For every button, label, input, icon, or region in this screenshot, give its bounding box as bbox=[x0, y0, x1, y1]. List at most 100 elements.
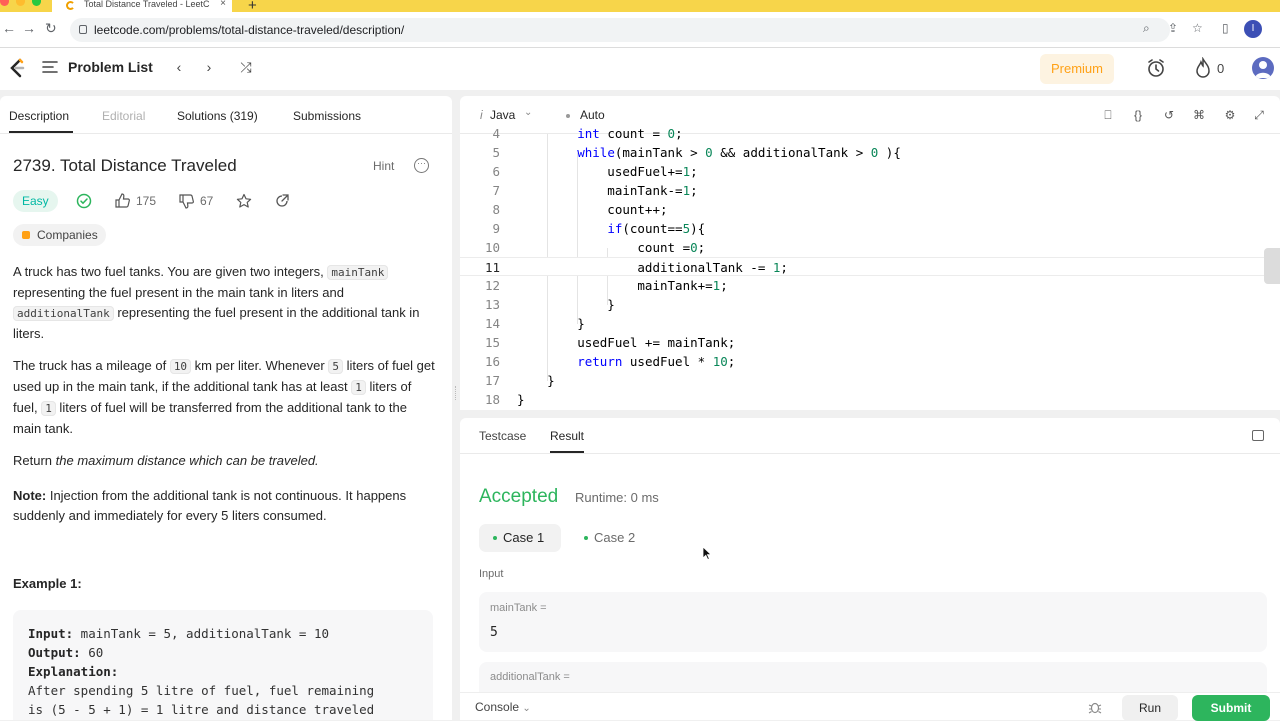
fullscreen-icon[interactable]: ⤢ bbox=[1251, 107, 1267, 123]
autosave-dot bbox=[566, 114, 570, 118]
line-number: 4 bbox=[492, 126, 500, 141]
minimize-window-button[interactable] bbox=[16, 0, 25, 6]
result-tabs: Testcase Result bbox=[460, 418, 1280, 454]
forward-arrow-icon[interactable]: → bbox=[22, 20, 36, 36]
code-line[interactable]: 18} bbox=[460, 390, 1280, 409]
sidepanel-icon[interactable]: ▯ bbox=[1222, 21, 1229, 35]
vertical-splitter[interactable] bbox=[452, 96, 460, 720]
code-text: usedFuel+=1; bbox=[517, 164, 698, 179]
code-area[interactable]: 4 int count = 0; 5 while(mainTank > 0 && … bbox=[460, 126, 1280, 410]
share-page-icon[interactable]: ⇪ bbox=[1168, 21, 1178, 35]
auto-mode-label[interactable]: Auto bbox=[580, 108, 605, 122]
tab-editorial[interactable]: Editorial bbox=[102, 109, 145, 123]
bookmark-star-icon[interactable]: ☆ bbox=[1192, 21, 1203, 35]
active-tab-underline bbox=[550, 451, 584, 453]
example-input-line: Input: mainTank = 5, additionalTank = 10 bbox=[28, 624, 418, 643]
code-line[interactable]: 14 } bbox=[460, 314, 1280, 333]
code-line[interactable]: 15 usedFuel += mainTank; bbox=[460, 333, 1280, 352]
maximize-window-button[interactable] bbox=[32, 0, 41, 6]
next-problem-button[interactable]: › bbox=[197, 56, 221, 80]
settings-gear-icon[interactable]: ⚙ bbox=[1222, 107, 1238, 123]
shortcuts-icon[interactable]: ⌘ bbox=[1191, 107, 1207, 123]
streak-fire-icon[interactable] bbox=[1194, 57, 1212, 79]
run-button[interactable]: Run bbox=[1122, 695, 1178, 721]
difficulty-badge: Easy bbox=[13, 190, 58, 212]
leetcode-logo-icon[interactable] bbox=[8, 58, 26, 78]
line-number: 9 bbox=[492, 221, 500, 236]
tab-result[interactable]: Result bbox=[550, 429, 584, 443]
address-bar-row: ← → ↻ leetcode.com/problems/total-distan… bbox=[0, 12, 1280, 48]
random-problem-button[interactable]: ⤮ bbox=[234, 56, 258, 80]
language-selector[interactable]: Java bbox=[490, 108, 515, 122]
description-tabs: Description Editorial Solutions (319) Su… bbox=[0, 96, 452, 134]
code-line[interactable]: 4 int count = 0; bbox=[460, 124, 1280, 143]
code-text: int count = 0; bbox=[577, 126, 683, 141]
p2-text-a: The truck has a mileage of bbox=[13, 358, 170, 373]
panel-layout-icon[interactable] bbox=[1252, 430, 1264, 441]
user-silhouette-icon bbox=[1255, 61, 1271, 78]
companies-label: Companies bbox=[37, 228, 98, 242]
code-line[interactable]: 5 while(mainTank > 0 && additionalTank >… bbox=[460, 143, 1280, 162]
problem-list-menu-icon[interactable] bbox=[42, 60, 58, 74]
user-avatar[interactable] bbox=[1252, 57, 1274, 79]
thumbs-up-icon[interactable] bbox=[115, 193, 130, 208]
favorite-star-icon[interactable] bbox=[236, 193, 252, 209]
editor-side-handle[interactable] bbox=[1264, 248, 1280, 284]
bookmark-icon[interactable]: ⎕ bbox=[1100, 107, 1116, 123]
reload-icon[interactable]: ↻ bbox=[45, 20, 57, 37]
code-line[interactable]: 16 return usedFuel * 10; bbox=[460, 352, 1280, 371]
submit-button[interactable]: Submit bbox=[1192, 695, 1270, 721]
splitter-grip[interactable] bbox=[455, 386, 457, 400]
companies-tag[interactable]: Companies bbox=[13, 224, 106, 246]
description-note: Note: Injection from the additional tank… bbox=[13, 486, 437, 526]
reset-code-icon[interactable]: ↺ bbox=[1161, 107, 1177, 123]
tab-testcase[interactable]: Testcase bbox=[479, 429, 526, 443]
code-line[interactable]: 12 mainTank+=1; bbox=[460, 276, 1280, 295]
case-2-tab[interactable]: Case 2 bbox=[575, 524, 657, 552]
code-line[interactable]: 8 count++; bbox=[460, 200, 1280, 219]
code-line[interactable]: 11 additionalTank -= 1; bbox=[460, 257, 1280, 276]
code-line[interactable]: 17 } bbox=[460, 371, 1280, 390]
console-toggle[interactable]: Console ⌄ bbox=[475, 700, 531, 714]
format-braces-icon[interactable]: {} bbox=[1130, 107, 1146, 123]
example-explanation-line: Explanation: bbox=[28, 662, 418, 681]
prev-problem-button[interactable]: ‹ bbox=[167, 56, 191, 80]
code-line[interactable]: 13 } bbox=[460, 295, 1280, 314]
chevron-down-icon[interactable]: ⌄ bbox=[524, 107, 532, 118]
code-line[interactable]: 7 mainTank-=1; bbox=[460, 181, 1280, 200]
premium-button[interactable]: Premium bbox=[1040, 54, 1114, 84]
case-1-label: Case 1 bbox=[503, 530, 545, 545]
browser-profile-avatar[interactable]: I bbox=[1244, 20, 1262, 38]
more-options-icon[interactable]: ··· bbox=[414, 158, 429, 173]
zoom-icon[interactable]: ⌕ bbox=[1143, 21, 1150, 36]
p3-text-a: Return bbox=[13, 453, 56, 468]
problem-list-link[interactable]: Problem List bbox=[68, 59, 153, 75]
case-1-tab[interactable]: Case 1 bbox=[479, 524, 561, 552]
tab-close-icon[interactable]: × bbox=[220, 0, 226, 9]
code-text: mainTank-=1; bbox=[517, 183, 698, 198]
line-number: 14 bbox=[484, 316, 500, 331]
alarm-clock-icon[interactable] bbox=[1146, 58, 1166, 78]
active-tab-underline bbox=[9, 131, 73, 133]
thumbs-down-icon[interactable] bbox=[179, 194, 194, 209]
tab-submissions[interactable]: Submissions bbox=[293, 109, 361, 123]
horizontal-splitter[interactable] bbox=[460, 410, 1280, 418]
site-info-icon[interactable] bbox=[79, 25, 87, 34]
tab-solutions[interactable]: Solutions (319) bbox=[177, 109, 258, 123]
debug-bug-icon[interactable] bbox=[1088, 700, 1102, 714]
share-icon[interactable] bbox=[274, 193, 290, 209]
description-panel: Description Editorial Solutions (319) Su… bbox=[0, 96, 452, 720]
tab-description[interactable]: Description bbox=[9, 109, 69, 123]
code-line[interactable]: 10 count =0; bbox=[460, 238, 1280, 257]
code-line[interactable]: 6 usedFuel+=1; bbox=[460, 162, 1280, 181]
bottom-action-bar: Console ⌄ Run Submit bbox=[460, 692, 1280, 721]
code-maintank: mainTank bbox=[327, 265, 389, 280]
code-line[interactable]: 9 if(count==5){ bbox=[460, 219, 1280, 238]
browser-tab[interactable]: Total Distance Traveled - LeetC × bbox=[52, 0, 232, 12]
url-input[interactable]: leetcode.com/problems/total-distance-tra… bbox=[70, 18, 1170, 42]
code-text: mainTank+=1; bbox=[517, 278, 728, 293]
close-window-button[interactable] bbox=[0, 0, 9, 6]
code-1b: 1 bbox=[41, 401, 56, 416]
back-arrow-icon[interactable]: ← bbox=[2, 20, 16, 36]
hint-button[interactable]: Hint bbox=[373, 159, 394, 173]
